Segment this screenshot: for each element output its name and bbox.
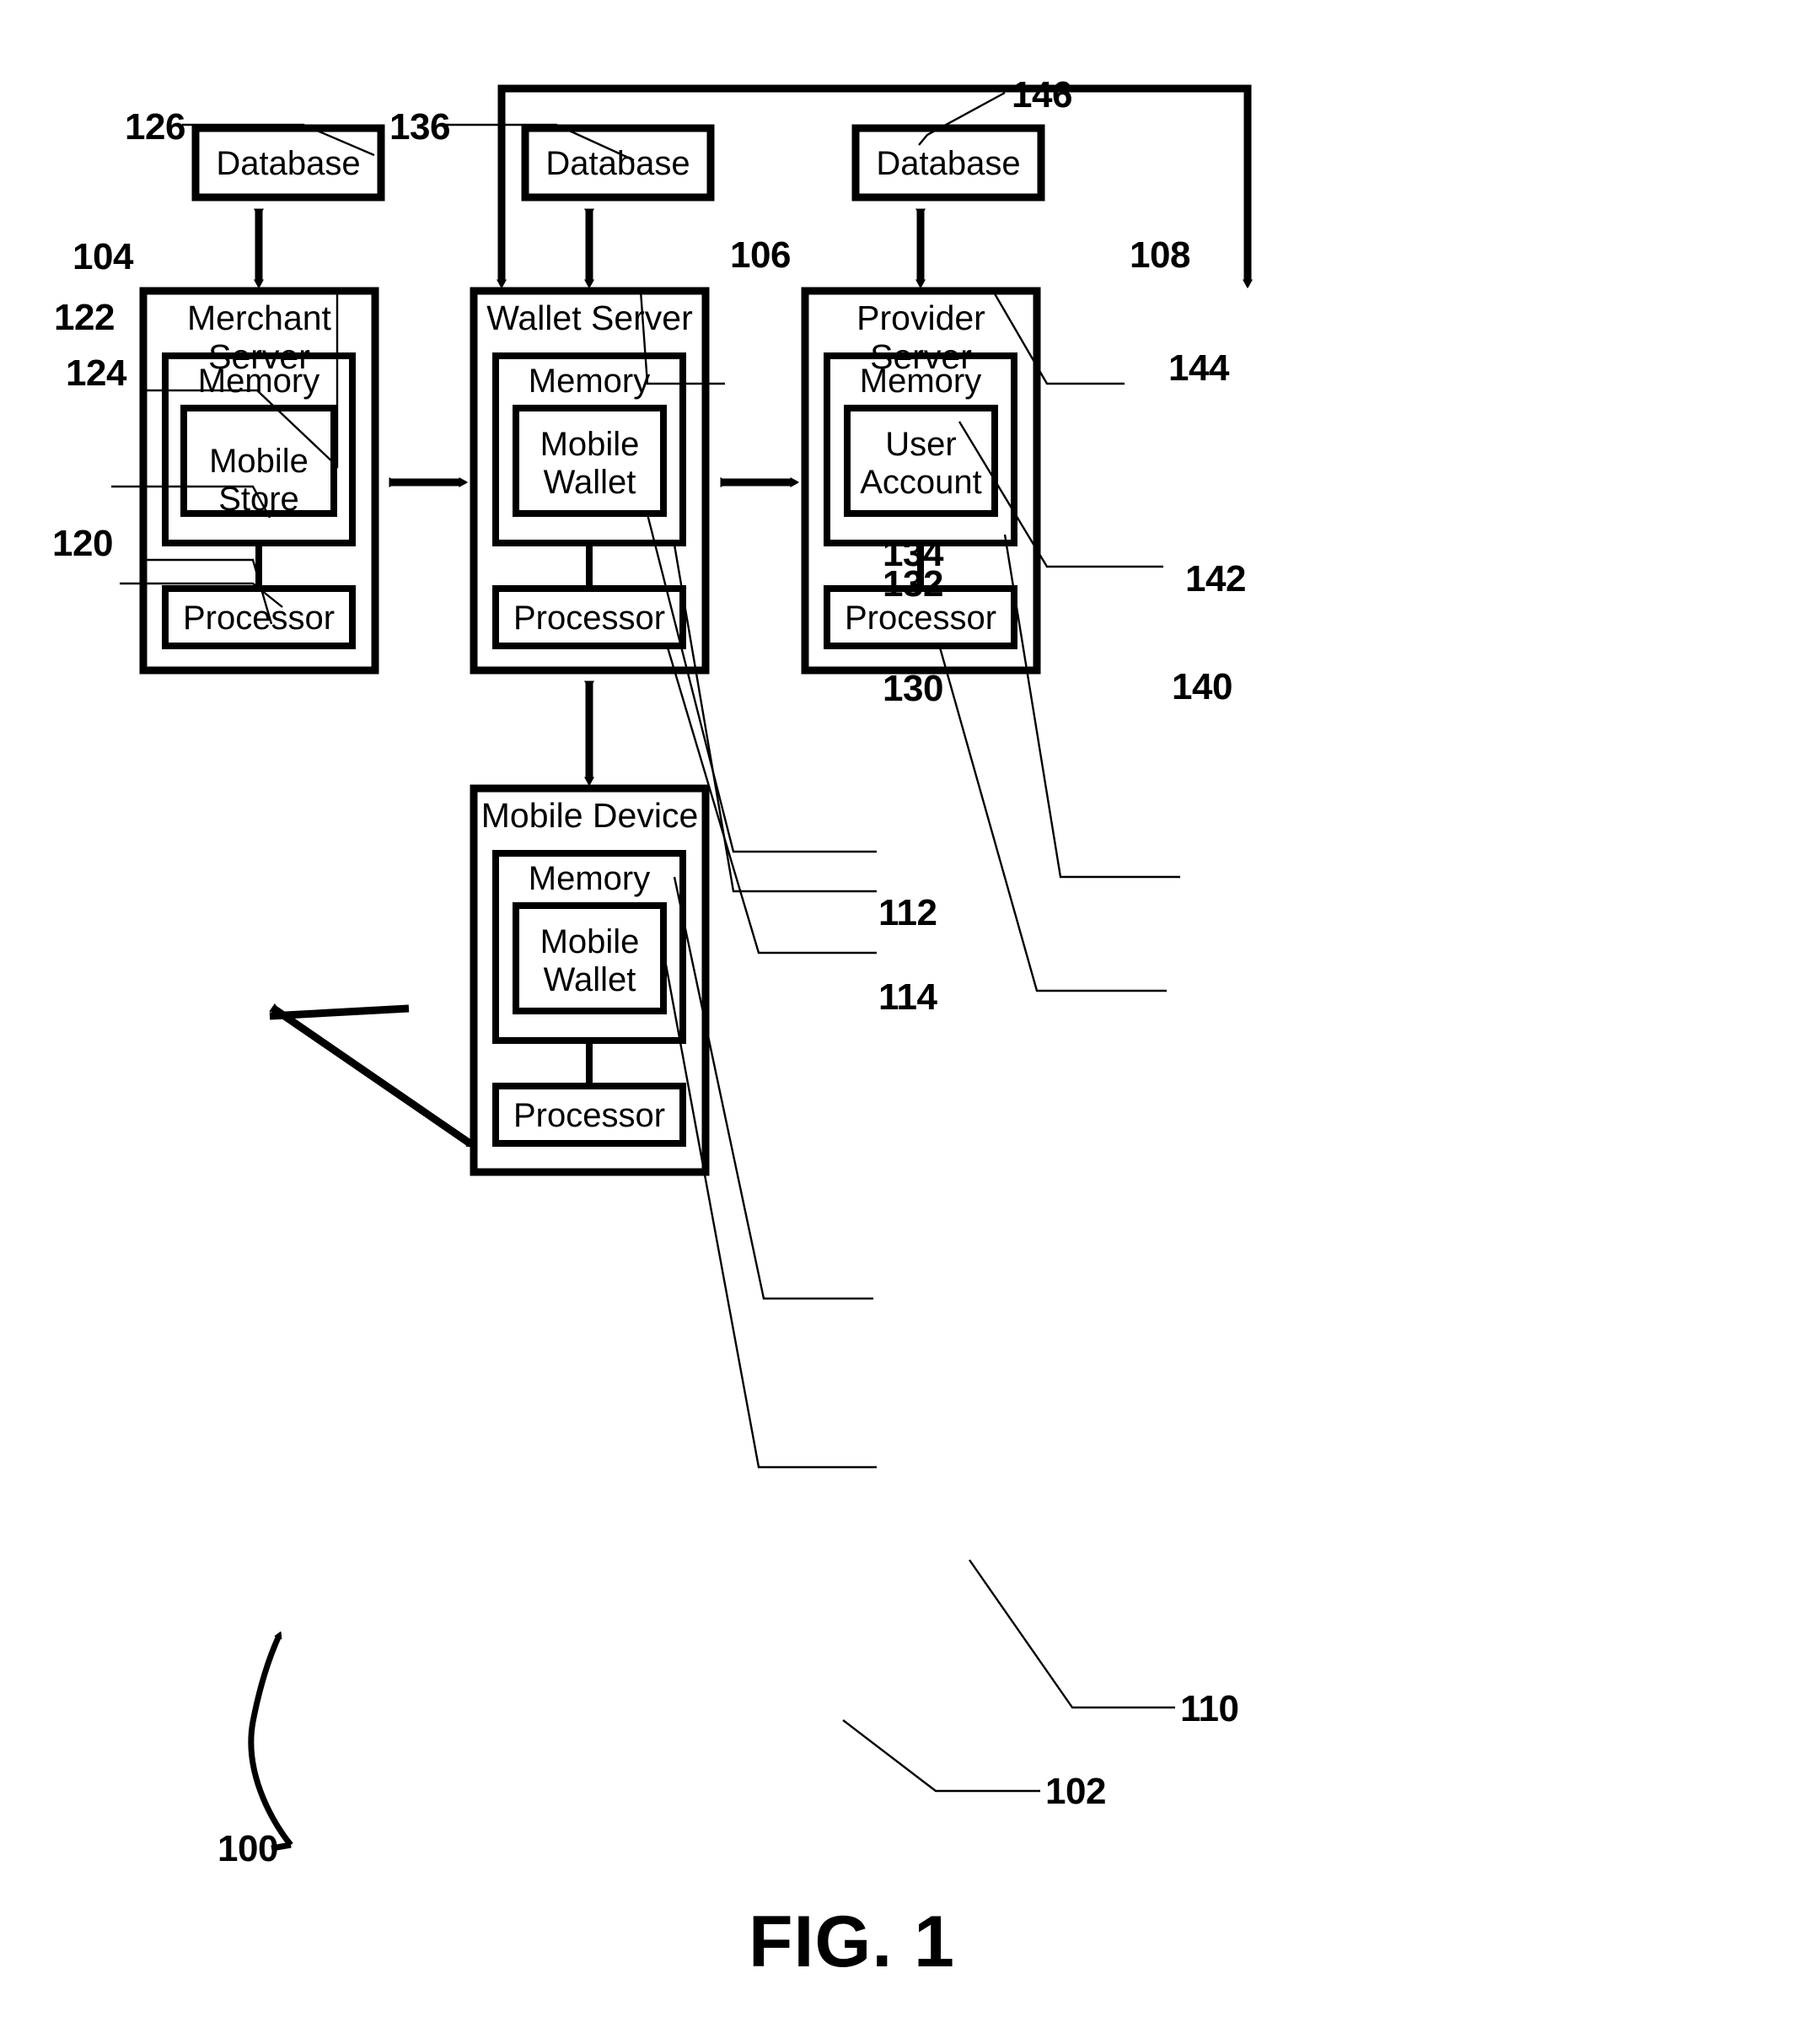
db-connector-arrows <box>259 209 921 280</box>
wallet-processor-box <box>492 585 686 649</box>
ref-100: 100 <box>217 1828 278 1869</box>
provider-module-box <box>844 405 998 517</box>
ref-108: 108 <box>1130 234 1190 276</box>
mobile-merchant-link <box>269 1004 410 1020</box>
leader-102 <box>842 1719 1040 1793</box>
patent-figure-1: Database Database Database Merchant Serv… <box>0 0 1820 2022</box>
provider-database-box <box>851 124 1045 202</box>
leader-114 <box>664 964 877 1469</box>
ref-144: 144 <box>1168 347 1229 389</box>
ref-130: 130 <box>883 668 943 709</box>
ref-146: 146 <box>1012 74 1072 116</box>
ref-136: 136 <box>389 106 450 148</box>
leader-140 <box>938 647 1167 992</box>
leader-134 <box>646 514 877 853</box>
merchant-database-box <box>191 124 385 202</box>
figure-caption: FIG. 1 <box>749 1901 955 1982</box>
mobile-device-box <box>470 784 710 1176</box>
ref-112: 112 <box>878 892 937 933</box>
wallet-module-box <box>513 405 667 517</box>
ref-104: 104 <box>72 236 133 277</box>
leader-142 <box>1003 534 1180 879</box>
mobile-module-box <box>513 902 667 1014</box>
ref-132: 132 <box>883 563 943 605</box>
ref-142: 142 <box>1185 558 1246 600</box>
leader-lines <box>111 91 1180 1793</box>
merchant-processor-box <box>162 585 356 649</box>
mobile-merchant-diagonal <box>272 1008 469 1143</box>
ref-110: 110 <box>1180 1688 1239 1729</box>
ref-126: 126 <box>125 106 185 148</box>
ref-140: 140 <box>1172 666 1232 707</box>
ref-106: 106 <box>730 234 791 276</box>
mobile-processor-box <box>492 1083 686 1147</box>
merchant-server-box <box>139 287 379 675</box>
ref-122: 122 <box>54 297 115 338</box>
ref-120: 120 <box>52 523 113 564</box>
leader-110 <box>969 1559 1175 1709</box>
system-ref-arrow <box>248 1637 293 1847</box>
provider-server-box <box>801 287 1041 675</box>
ref-124: 124 <box>66 352 126 394</box>
leader-146 <box>918 91 1006 146</box>
ref-102: 102 <box>1045 1771 1106 1812</box>
wallet-server-box <box>470 287 710 675</box>
ref-114: 114 <box>878 976 937 1018</box>
leader-104 <box>142 291 339 469</box>
wallet-database-box <box>521 124 715 202</box>
